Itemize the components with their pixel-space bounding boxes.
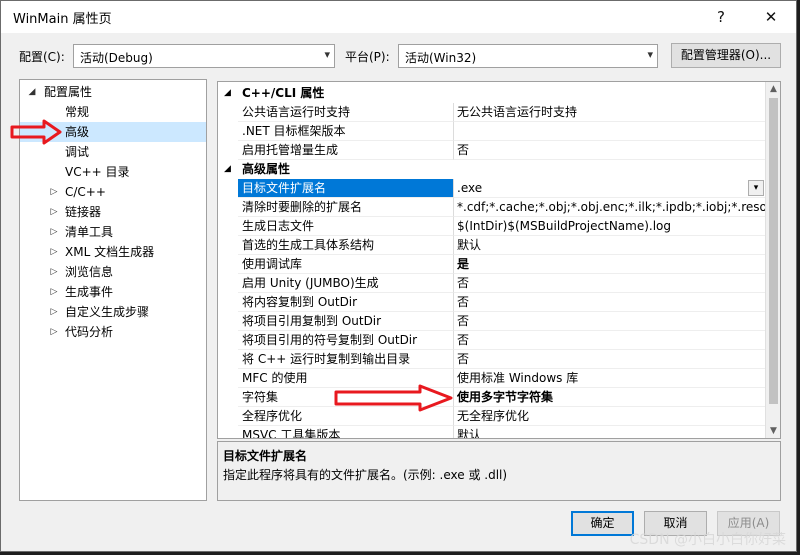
red-arrow-icon (334, 384, 453, 412)
red-arrow-icon (10, 119, 62, 145)
annotation-arrows (10, 119, 453, 412)
watermark: CSDN @小白小白你好菜 (629, 532, 786, 548)
